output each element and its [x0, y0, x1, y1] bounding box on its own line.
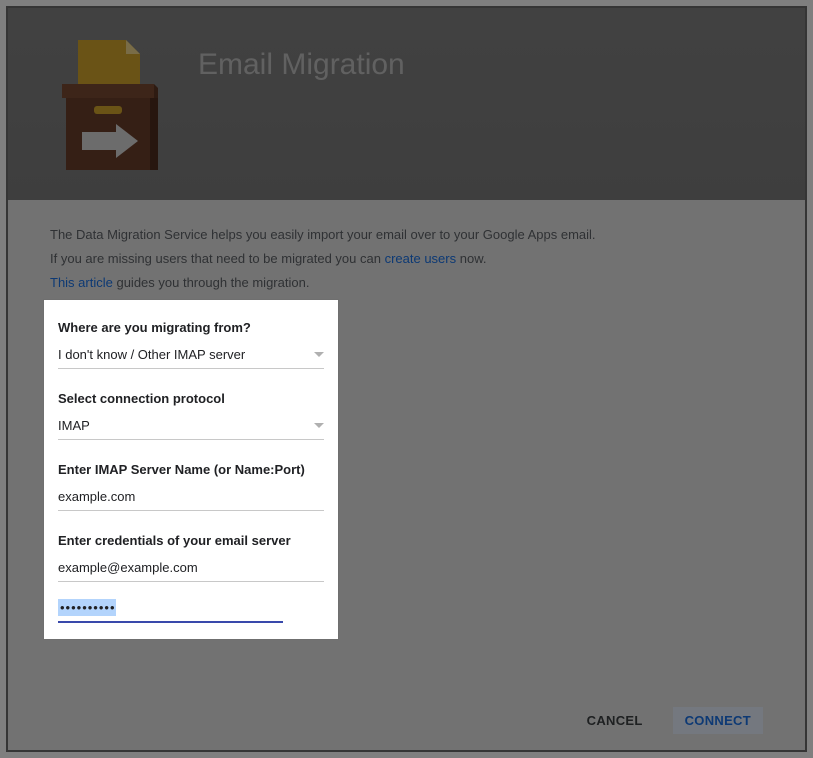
source-value: I don't know / Other IMAP server	[58, 347, 245, 362]
connect-button[interactable]: CONNECT	[673, 707, 763, 734]
intro-line2: If you are missing users that need to be…	[50, 248, 763, 270]
page-title: Email Migration	[198, 48, 405, 82]
intro-line3: This article guides you through the migr…	[50, 272, 763, 294]
this-article-link[interactable]: This article	[50, 275, 113, 290]
protocol-value: IMAP	[58, 418, 90, 433]
intro-text: The Data Migration Service helps you eas…	[8, 200, 805, 314]
chevron-down-icon	[314, 352, 324, 357]
credentials-user-input[interactable]	[58, 556, 324, 582]
password-wrap	[58, 596, 283, 623]
server-label: Enter IMAP Server Name (or Name:Port)	[58, 462, 324, 477]
protocol-select[interactable]: IMAP	[58, 414, 324, 440]
create-users-link[interactable]: create users	[385, 251, 457, 266]
migration-form: Where are you migrating from? I don't kn…	[44, 300, 338, 639]
source-label: Where are you migrating from?	[58, 320, 324, 335]
credentials-password-input[interactable]	[58, 599, 116, 616]
dialog-header: Email Migration	[8, 8, 805, 200]
dialog-actions: CANCEL CONNECT	[577, 707, 763, 734]
chevron-down-icon	[314, 423, 324, 428]
intro-line1: The Data Migration Service helps you eas…	[50, 224, 763, 246]
credentials-label: Enter credentials of your email server	[58, 533, 324, 548]
server-input[interactable]	[58, 485, 324, 511]
migration-icon	[58, 40, 158, 170]
protocol-label: Select connection protocol	[58, 391, 324, 406]
cancel-button[interactable]: CANCEL	[577, 707, 653, 734]
source-select[interactable]: I don't know / Other IMAP server	[58, 343, 324, 369]
